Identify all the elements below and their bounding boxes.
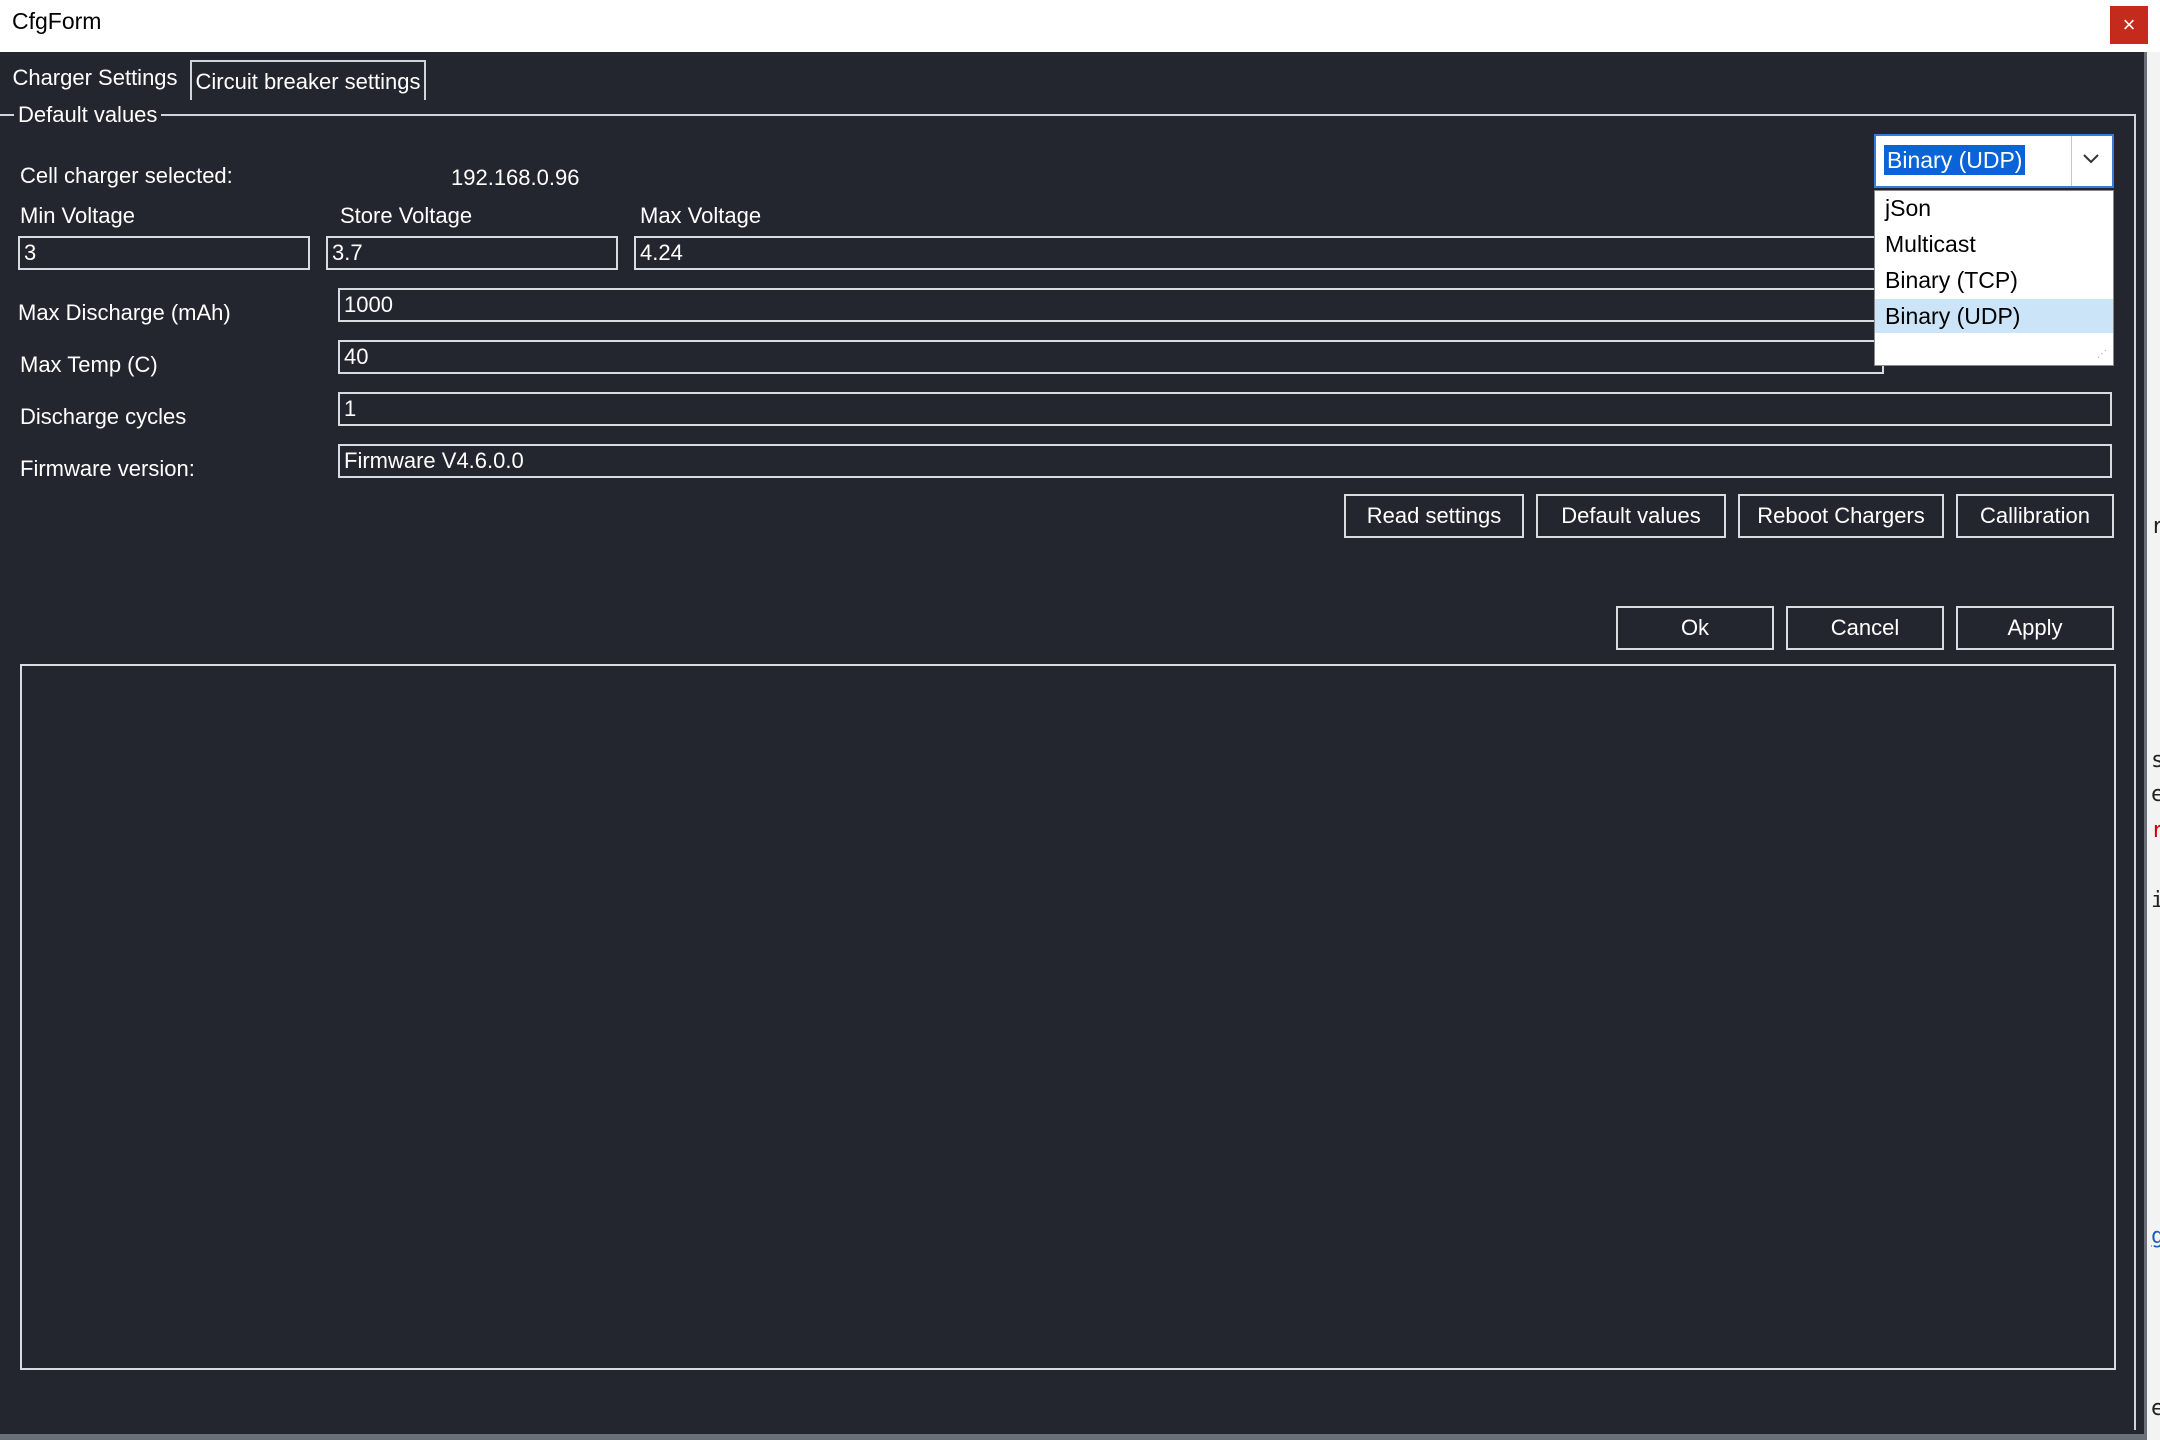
bg-glyph: e	[2151, 1396, 2160, 1421]
protocol-dropdown-list: jSon Multicast Binary (TCP) Binary (UDP)…	[1874, 190, 2114, 366]
max-discharge-field[interactable]: 1000	[338, 288, 1884, 322]
bg-glyph: g	[2151, 1224, 2160, 1249]
discharge-cycles-field[interactable]: 1	[338, 392, 2112, 426]
ok-button[interactable]: Ok	[1616, 606, 1774, 650]
cell-charger-label: Cell charger selected:	[20, 163, 233, 188]
protocol-option-binary-tcp[interactable]: Binary (TCP)	[1875, 263, 2113, 297]
groupbox-left-tick	[0, 114, 10, 116]
max-temp-field[interactable]: 40	[338, 340, 1884, 374]
resize-grip-icon[interactable]: ⋰	[2097, 349, 2109, 361]
apply-button[interactable]: Apply	[1956, 606, 2114, 650]
bg-glyph: r	[2151, 818, 2160, 843]
min-voltage-label: Min Voltage	[20, 203, 135, 228]
read-settings-button[interactable]: Read settings	[1344, 494, 1524, 538]
close-button[interactable]: ×	[2110, 6, 2148, 44]
min-voltage-field[interactable]: 3	[18, 236, 310, 270]
firmware-version-label: Firmware version:	[20, 456, 195, 481]
calibration-button[interactable]: Callibration	[1956, 494, 2114, 538]
window-bottom-border	[0, 1434, 2144, 1440]
protocol-selected-value: Binary (UDP)	[1884, 145, 2026, 175]
max-voltage-field[interactable]: 4.24	[634, 236, 1884, 270]
firmware-version-field[interactable]: Firmware V4.6.0.0	[338, 444, 2112, 478]
title-bar[interactable]: CfgForm ×	[0, 0, 2160, 52]
default-values-button[interactable]: Default values	[1536, 494, 1726, 538]
max-voltage-label: Max Voltage	[640, 203, 762, 228]
bg-glyph: s	[2151, 748, 2160, 773]
output-log-area[interactable]	[20, 664, 2116, 1370]
bg-glyph: i	[2151, 888, 2160, 913]
protocol-option-binary-udp[interactable]: Binary (UDP)	[1875, 299, 2113, 333]
bg-glyph: r	[2151, 514, 2160, 539]
background-app-strip: r s e r i g e	[2144, 52, 2160, 1440]
max-discharge-label: Max Discharge (mAh)	[18, 300, 231, 325]
max-temp-label: Max Temp (C)	[20, 352, 158, 377]
tab-charger-settings[interactable]: Charger Settings	[4, 58, 186, 100]
tab-circuit-breaker-settings[interactable]: Circuit breaker settings	[190, 60, 426, 100]
protocol-select[interactable]: Binary (UDP)	[1874, 134, 2114, 188]
cell-charger-ip: 192.168.0.96	[451, 165, 580, 190]
store-voltage-label: Store Voltage	[340, 203, 473, 228]
chevron-down-icon[interactable]	[2071, 136, 2112, 186]
cancel-button[interactable]: Cancel	[1786, 606, 1944, 650]
protocol-option-multicast[interactable]: Multicast	[1875, 227, 2113, 261]
bg-glyph: e	[2151, 782, 2160, 807]
window-title: CfgForm	[12, 8, 102, 34]
cfgform-window: CfgForm × Charger Settings Circuit break…	[0, 0, 2160, 1440]
protocol-option-json[interactable]: jSon	[1875, 191, 2113, 225]
store-voltage-field[interactable]: 3.7	[326, 236, 618, 270]
discharge-cycles-label: Discharge cycles	[20, 404, 187, 429]
groupbox-title: Default values	[14, 102, 162, 128]
reboot-chargers-button[interactable]: Reboot Chargers	[1738, 494, 1944, 538]
